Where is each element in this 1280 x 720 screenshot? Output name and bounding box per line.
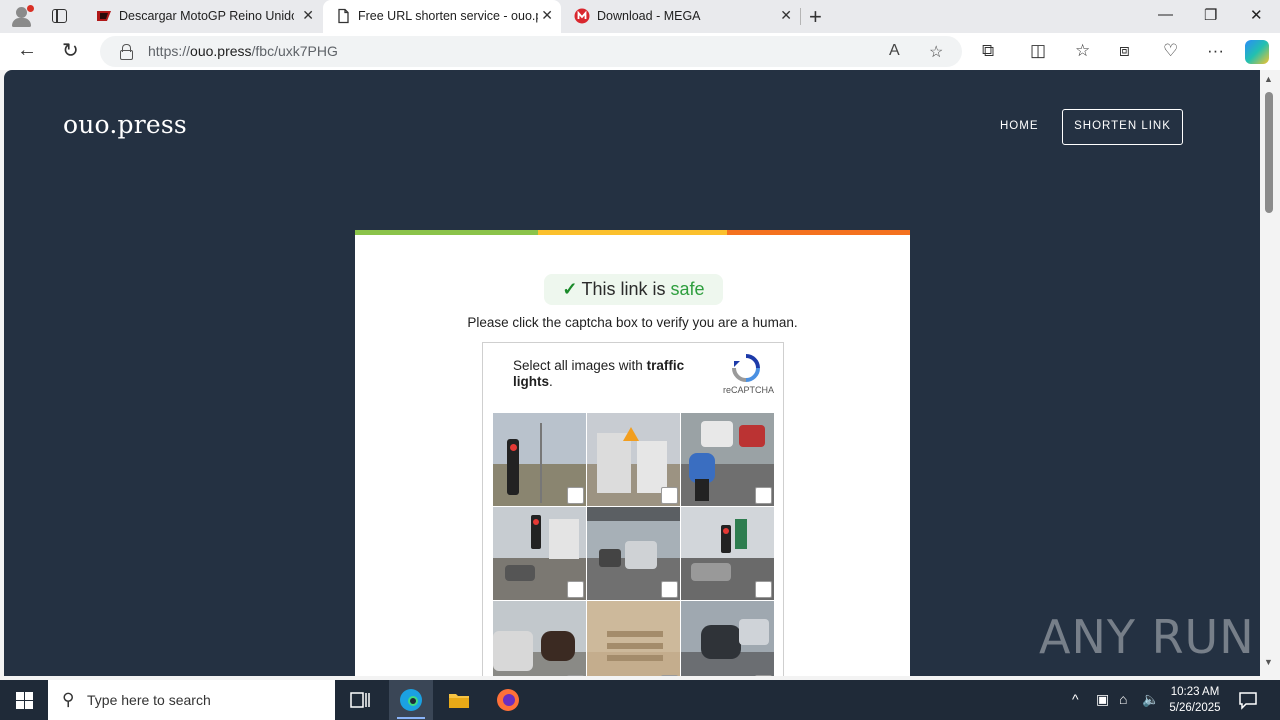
safe-link-badge: ✓ This link is safe xyxy=(544,274,723,305)
tab-strip: Descargar MotoGP Reino Unido ( ✕ Free UR… xyxy=(0,0,1280,33)
lock-icon[interactable] xyxy=(120,44,133,60)
network-icon[interactable]: ⌂ xyxy=(1119,691,1127,707)
reload-icon[interactable]: ↻ xyxy=(62,38,79,63)
page-favicon-icon xyxy=(338,8,349,24)
windows-taskbar: ⚲ Type here to search ^ ▣ ⌂ 🔈 10:23 AM 5… xyxy=(0,680,1280,720)
new-tab-icon[interactable]: + xyxy=(809,4,822,30)
scroll-up-icon[interactable]: ▲ xyxy=(1264,74,1273,84)
tile-checkbox[interactable] xyxy=(661,675,678,676)
scroll-down-icon[interactable]: ▼ xyxy=(1264,657,1273,667)
clock-date: 5/26/2025 xyxy=(1169,702,1221,714)
task-view-icon[interactable] xyxy=(348,688,372,712)
recaptcha-logo-text: reCAPTCHA xyxy=(723,385,775,395)
tab-title: Descargar MotoGP Reino Unido ( xyxy=(119,9,294,23)
tab-actions-icon[interactable] xyxy=(52,9,67,23)
captcha-tile[interactable] xyxy=(587,507,680,600)
close-tab-icon[interactable]: ✕ xyxy=(541,7,553,24)
captcha-tile[interactable] xyxy=(681,507,774,600)
network-status-icon[interactable]: ▣ xyxy=(1096,691,1109,708)
tile-checkbox[interactable] xyxy=(661,487,678,504)
notifications-icon[interactable] xyxy=(1236,688,1260,712)
extensions-icon[interactable]: ⧉ xyxy=(982,41,994,61)
url-prefix: https:// xyxy=(148,43,191,59)
captcha-tile[interactable] xyxy=(587,601,680,676)
shorten-link-button[interactable]: SHORTEN LINK xyxy=(1062,109,1183,145)
show-hidden-icons[interactable]: ^ xyxy=(1072,691,1079,707)
file-explorer-icon[interactable] xyxy=(447,688,471,712)
taskbar-search-box[interactable]: ⚲ Type here to search xyxy=(48,680,335,720)
tab-title: Download - MEGA xyxy=(597,9,701,23)
card-bar-orange xyxy=(727,230,910,235)
motogp-favicon-icon xyxy=(97,11,111,21)
safe-word: safe xyxy=(670,279,705,299)
card-bar-green xyxy=(355,230,538,235)
safe-prefix: This link is xyxy=(581,279,666,299)
volume-icon[interactable]: 🔈 xyxy=(1142,691,1159,708)
captcha-tile[interactable] xyxy=(681,601,774,676)
url-path: /fbc/uxk7PHG xyxy=(251,43,338,59)
split-screen-icon[interactable]: ◫ xyxy=(1030,41,1046,61)
captcha-tile[interactable] xyxy=(493,601,586,676)
profile-avatar-icon[interactable] xyxy=(10,5,34,27)
mega-favicon-icon xyxy=(574,8,590,24)
tab-motogp[interactable]: Descargar MotoGP Reino Unido ( ✕ xyxy=(84,0,322,33)
firefox-icon[interactable] xyxy=(496,688,520,712)
captcha-tile[interactable] xyxy=(681,413,774,506)
captcha-prompt: Select all images with traffic lights. xyxy=(513,358,703,390)
browser-essentials-icon[interactable]: ♡ xyxy=(1163,41,1178,61)
captcha-tile[interactable] xyxy=(493,507,586,600)
captcha-tile[interactable] xyxy=(493,413,586,506)
taskbar-clock[interactable]: 10:23 AM 5/26/2025 xyxy=(1160,684,1230,716)
tile-checkbox[interactable] xyxy=(661,581,678,598)
search-icon: ⚲ xyxy=(62,690,75,709)
close-window-icon[interactable]: ✕ xyxy=(1250,6,1263,24)
captcha-prompt-prefix: Select all images with xyxy=(513,358,643,373)
tab-separator xyxy=(800,8,801,25)
favorites-icon[interactable]: ☆ xyxy=(1075,41,1090,61)
url-host: ouo.press xyxy=(190,43,252,59)
scrollbar-thumb[interactable] xyxy=(1265,92,1273,213)
verification-card: ✓ This link is safe Please click the capt… xyxy=(355,230,910,676)
more-options-icon[interactable]: ··· xyxy=(1207,41,1224,61)
copilot-icon[interactable] xyxy=(1245,40,1269,64)
page-viewport: ouo.press HOME SHORTEN LINK ✓ This link i… xyxy=(4,70,1260,676)
browser-toolbar: ← ↻ https://ouo.press/fbc/uxk7PHG A ☆ ⧉ … xyxy=(0,33,1280,70)
active-app-indicator xyxy=(397,717,425,719)
site-logo[interactable]: ouo.press xyxy=(63,110,187,139)
restore-icon[interactable]: ❐ xyxy=(1204,6,1217,24)
search-placeholder: Type here to search xyxy=(87,692,211,708)
tile-checkbox[interactable] xyxy=(755,487,772,504)
tile-checkbox[interactable] xyxy=(755,581,772,598)
close-tab-icon[interactable]: ✕ xyxy=(302,7,314,24)
recaptcha-challenge: Select all images with traffic lights. r… xyxy=(482,342,784,676)
captcha-tile[interactable] xyxy=(587,413,680,506)
tile-checkbox[interactable] xyxy=(567,581,584,598)
tile-checkbox[interactable] xyxy=(755,675,772,676)
captcha-image-grid xyxy=(493,413,774,676)
back-arrow-icon[interactable]: ← xyxy=(17,39,37,62)
clock-time: 10:23 AM xyxy=(1170,686,1220,698)
tab-mega[interactable]: Download - MEGA ✕ xyxy=(562,0,800,33)
close-tab-icon[interactable]: ✕ xyxy=(780,7,792,24)
nav-home-link[interactable]: HOME xyxy=(1000,120,1039,132)
card-bar-yellow xyxy=(538,230,727,235)
tile-checkbox[interactable] xyxy=(567,675,584,676)
captcha-instruction: Please click the captcha box to verify y… xyxy=(467,315,798,330)
checkmark-icon: ✓ xyxy=(562,279,578,299)
captcha-prompt-suffix: . xyxy=(549,374,553,389)
recaptcha-logo-icon xyxy=(732,354,760,382)
tab-ouo-press[interactable]: Free URL shorten service - ouo.pr ✕ xyxy=(323,0,561,33)
page-scrollbar[interactable]: ▲ ▼ xyxy=(1260,70,1280,676)
windows-start-icon[interactable] xyxy=(16,692,33,709)
anyrun-watermark: ANY RUN xyxy=(1039,610,1255,664)
read-aloud-icon[interactable]: A xyxy=(889,42,900,60)
favorite-star-icon[interactable]: ☆ xyxy=(929,42,943,62)
minimize-icon[interactable]: — xyxy=(1158,6,1173,23)
collections-icon[interactable]: ⧈ xyxy=(1119,41,1130,61)
url-text[interactable]: https://ouo.press/fbc/uxk7PHG xyxy=(148,43,338,59)
tile-checkbox[interactable] xyxy=(567,487,584,504)
address-bar[interactable]: https://ouo.press/fbc/uxk7PHG A ☆ xyxy=(100,36,962,67)
edge-browser-icon[interactable] xyxy=(399,688,423,712)
tab-title: Free URL shorten service - ouo.pr xyxy=(358,9,538,23)
